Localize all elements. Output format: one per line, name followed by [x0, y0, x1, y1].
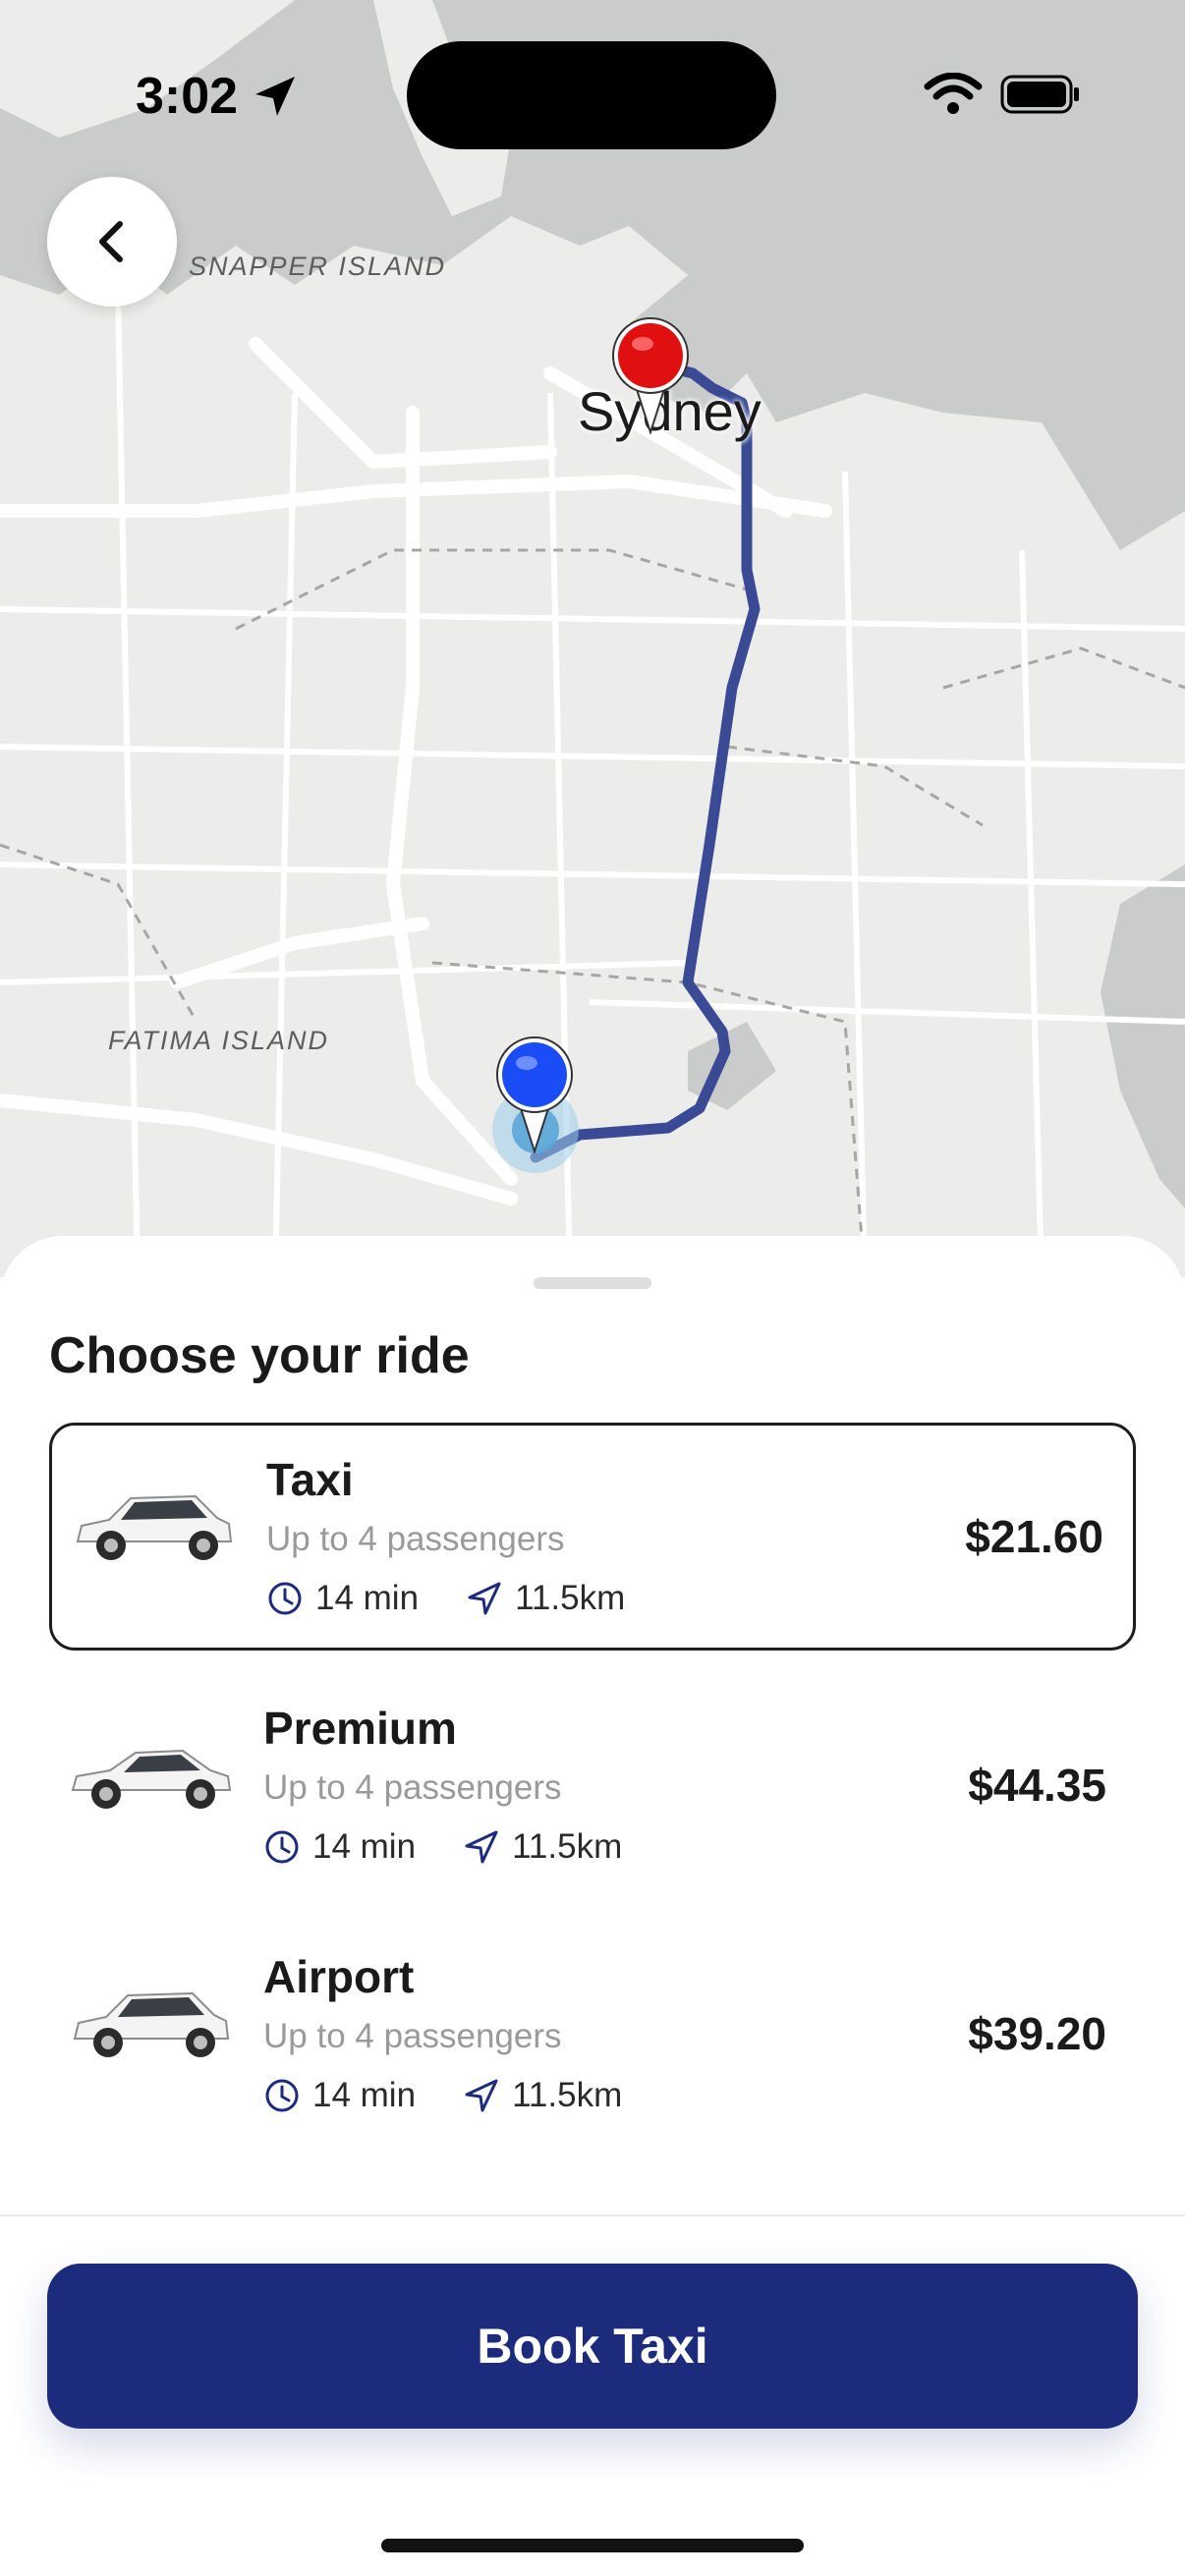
ride-option-premium[interactable]: Premium Up to 4 passengers 14 min 11.5km…: [49, 1674, 1136, 1902]
wifi-icon: [924, 73, 983, 114]
ride-name: Premium: [263, 1703, 457, 1754]
car-icon: [71, 1749, 232, 1809]
ride-distance: 11.5km: [512, 1827, 623, 1866]
ride-passengers: Up to 4 passengers: [263, 2017, 562, 2055]
battery-icon: [1000, 75, 1079, 114]
east-water: [1100, 865, 1185, 1208]
ride-distance: 11.5km: [515, 1579, 626, 1617]
ride-price: $39.20: [968, 2008, 1106, 2059]
clock-icon: [268, 1582, 302, 1615]
navigation-arrow-icon: [465, 2079, 498, 2112]
ride-time: 14 min: [315, 1579, 420, 1617]
ride-name: Airport: [263, 1951, 415, 2002]
sheet-drag-handle[interactable]: [534, 1277, 651, 1289]
footer-divider: [0, 2214, 1185, 2216]
home-indicator[interactable]: [381, 2539, 804, 2552]
ride-meta: 14 min 11.5km: [263, 1827, 622, 1867]
location-arrow-icon: [255, 77, 295, 116]
map-view[interactable]: SNAPPER ISLAND FATIMA ISLAND Sydney: [0, 0, 1185, 1277]
car-icon: [73, 1991, 230, 2057]
destination-pin-icon[interactable]: [611, 316, 690, 434]
clock-icon: [265, 2079, 299, 2112]
ride-passengers: Up to 4 passengers: [263, 1768, 562, 1807]
ride-option-airport[interactable]: Airport Up to 4 passengers 14 min 11.5km…: [49, 1923, 1136, 2151]
map-label-fatima-island: FATIMA ISLAND: [108, 1026, 330, 1055]
map-canvas: [0, 0, 1185, 1277]
ride-distance: 11.5km: [512, 2076, 623, 2114]
ride-option-taxi[interactable]: Taxi Up to 4 passengers 14 min 11.5km $2…: [49, 1423, 1136, 1651]
ride-price: $44.35: [968, 1760, 1106, 1811]
ride-name: Taxi: [266, 1454, 354, 1505]
status-time: 3:02: [136, 68, 239, 125]
origin-pin-icon[interactable]: [495, 1036, 574, 1153]
clock-icon: [265, 1830, 299, 1864]
ride-time: 14 min: [312, 1827, 417, 1866]
car-icon: [76, 1494, 233, 1560]
book-taxi-button[interactable]: Book Taxi: [47, 2264, 1138, 2429]
back-chevron-icon: [99, 221, 123, 262]
navigation-arrow-icon: [468, 1582, 501, 1615]
navigation-arrow-icon: [465, 1830, 498, 1864]
dynamic-island: [407, 41, 776, 149]
ride-meta: 14 min 11.5km: [266, 1579, 625, 1618]
ride-price: $21.60: [965, 1511, 1103, 1562]
ride-passengers: Up to 4 passengers: [266, 1520, 565, 1558]
ride-time: 14 min: [312, 2076, 417, 2114]
back-button[interactable]: [47, 177, 177, 307]
ride-meta: 14 min 11.5km: [263, 2076, 622, 2115]
sheet-title: Choose your ride: [49, 1327, 470, 1384]
map-label-snapper-island: SNAPPER ISLAND: [189, 252, 447, 281]
